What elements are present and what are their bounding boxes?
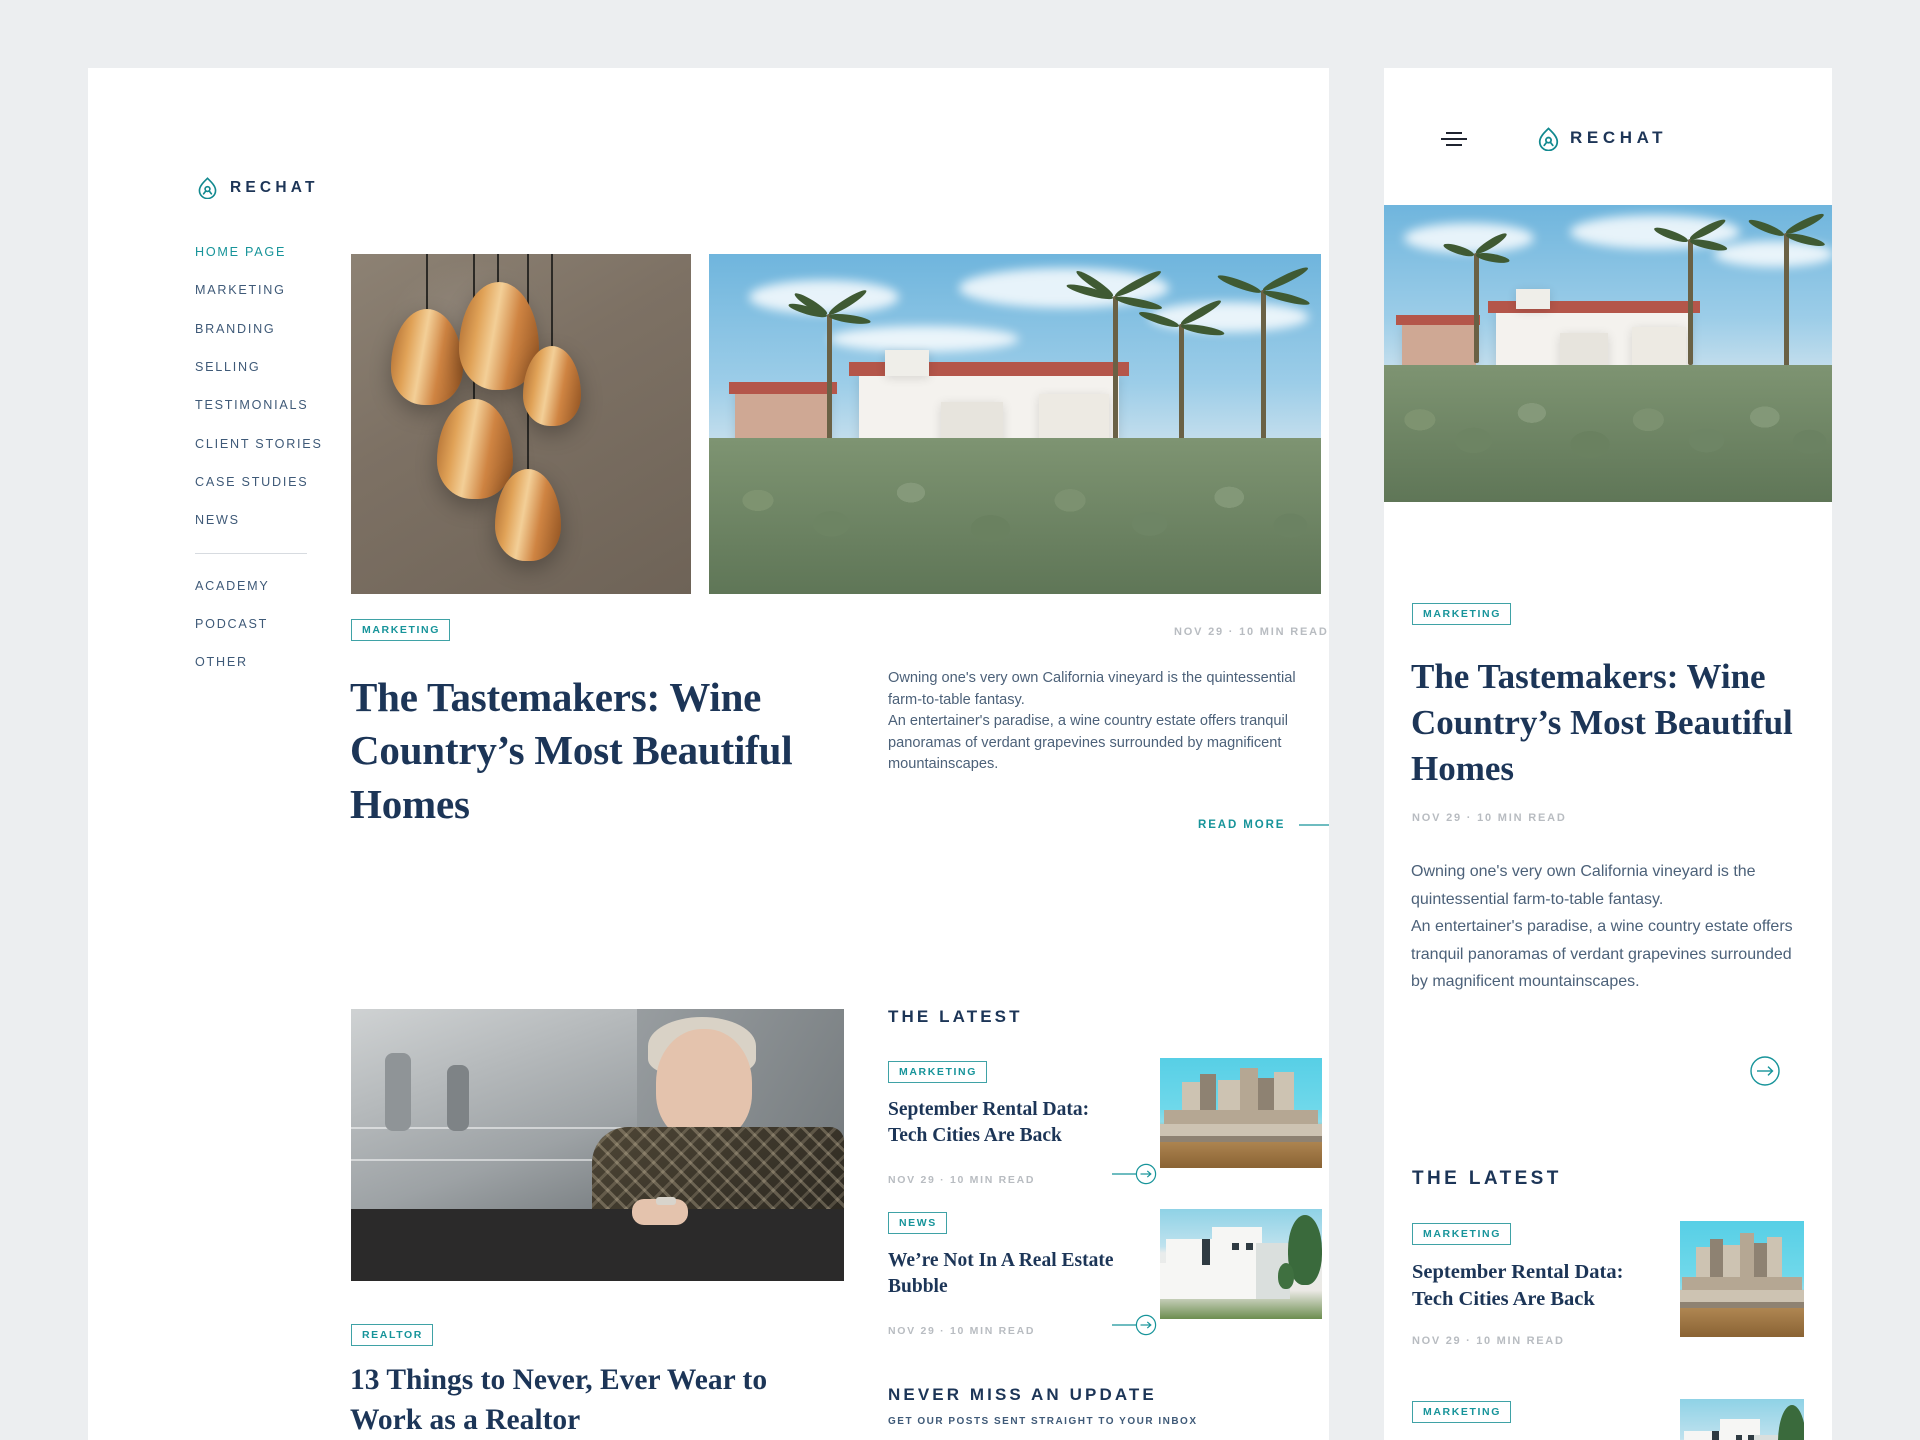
site-logo[interactable]: RECHAT [196,176,319,200]
feature-title[interactable]: The Tastemakers: Wine Country’s Most Bea… [350,671,870,831]
mobile-latest-item-meta: NOV 29 · 10 MIN READ [1412,1335,1565,1347]
mobile-arrow-right-circle-icon[interactable] [1742,1056,1788,1091]
read-more-label: READ MORE [1198,819,1286,831]
newsletter-title: NEVER MISS AN UPDATE [888,1385,1157,1404]
latest-item-tag[interactable]: NEWS [888,1212,947,1234]
sidebar-item-marketing[interactable]: MARKETING [195,283,331,298]
feature-meta: NOV 29 · 10 MIN READ [1174,626,1329,638]
mobile-feature-image[interactable] [1384,205,1832,502]
latest-item-meta: NOV 29 · 10 MIN READ [888,1325,1036,1337]
mobile-feature-excerpt: Owning one's very own California vineyar… [1411,863,1793,991]
feature-image-lamps[interactable] [351,254,691,594]
feature-excerpt: Owning one's very own California vineyar… [888,670,1296,773]
mobile-site-logo[interactable]: RECHAT [1536,126,1668,152]
mobile-panel: RECHAT MARKETING The Tastemakers: Wine C… [1384,68,1832,1440]
latest-item-thumbnail[interactable] [1160,1058,1322,1168]
mobile-feature-meta: NOV 29 · 10 MIN READ [1412,812,1567,824]
latest-item-thumbnail[interactable] [1160,1209,1322,1319]
logo-wordmark: RECHAT [1570,128,1668,147]
newsletter-subtitle: GET OUR POSTS SENT STRAIGHT TO YOUR INBO… [888,1416,1198,1427]
sidebar-item-other[interactable]: OTHER [195,656,331,670]
sidebar-item-selling[interactable]: SELLING [195,360,331,375]
screenshot-root: RECHAT HOME PAGE MARKETING BRANDING SELL… [0,0,1920,1440]
mobile-latest-item-title[interactable]: September Rental Data: Tech Cities Are B… [1412,1259,1652,1314]
desktop-panel: RECHAT HOME PAGE MARKETING BRANDING SELL… [88,68,1329,1440]
mobile-feature-tag[interactable]: MARKETING [1412,603,1511,625]
mobile-header [1384,68,1832,170]
rechat-logo-icon [1536,126,1559,152]
sidebar-item-home-page[interactable]: HOME PAGE [195,245,331,260]
sidebar-item-podcast[interactable]: PODCAST [195,617,331,632]
logo-wordmark: RECHAT [230,178,319,196]
latest-heading: THE LATEST [888,1007,1023,1026]
mobile-latest-item-tag[interactable]: MARKETING [1412,1223,1511,1245]
arrow-right-circle-icon [1299,813,1329,837]
sidebar-nav: HOME PAGE MARKETING BRANDING SELLING TES… [195,245,331,695]
sidebar-item-testimonials[interactable]: TESTIMONIALS [195,399,331,413]
rechat-logo-icon [196,176,219,200]
sidebar-item-academy[interactable]: ACADEMY [195,579,331,594]
latest-item-tag[interactable]: MARKETING [888,1061,987,1083]
hamburger-menu-icon[interactable] [1439,128,1469,150]
sidebar-item-client-stories[interactable]: CLIENT STORIES [195,437,331,452]
arrow-right-circle-icon[interactable] [1112,1162,1158,1191]
second-article-title[interactable]: 13 Things to Never, Ever Wear to Work as… [350,1361,820,1440]
latest-item-title[interactable]: We’re Not In A Real Estate Bubble [888,1248,1118,1299]
mobile-latest-heading: THE LATEST [1412,1168,1562,1189]
mobile-latest-item-thumbnail[interactable] [1680,1221,1804,1337]
sidebar-item-news[interactable]: NEWS [195,514,331,528]
second-article-image[interactable] [351,1009,844,1281]
sidebar-divider [195,552,307,554]
mobile-latest-item-tag[interactable]: MARKETING [1412,1401,1511,1423]
feature-read-more-link[interactable]: READ MORE [1198,813,1329,837]
feature-category-tag[interactable]: MARKETING [351,619,450,641]
mobile-latest-item-thumbnail[interactable] [1680,1399,1804,1440]
sidebar-item-case-studies[interactable]: CASE STUDIES [195,475,331,490]
sidebar-item-branding[interactable]: BRANDING [195,322,331,337]
mobile-feature-title[interactable]: The Tastemakers: Wine Country’s Most Bea… [1411,654,1811,793]
sidebar-secondary-group: ACADEMY PODCAST OTHER [195,579,331,671]
latest-item-meta: NOV 29 · 10 MIN READ [888,1174,1036,1186]
feature-image-villa[interactable] [709,254,1321,594]
arrow-right-circle-icon[interactable] [1112,1313,1158,1342]
second-article-category-tag[interactable]: REALTOR [351,1324,433,1346]
latest-item-title[interactable]: September Rental Data: Tech Cities Are B… [888,1097,1118,1148]
